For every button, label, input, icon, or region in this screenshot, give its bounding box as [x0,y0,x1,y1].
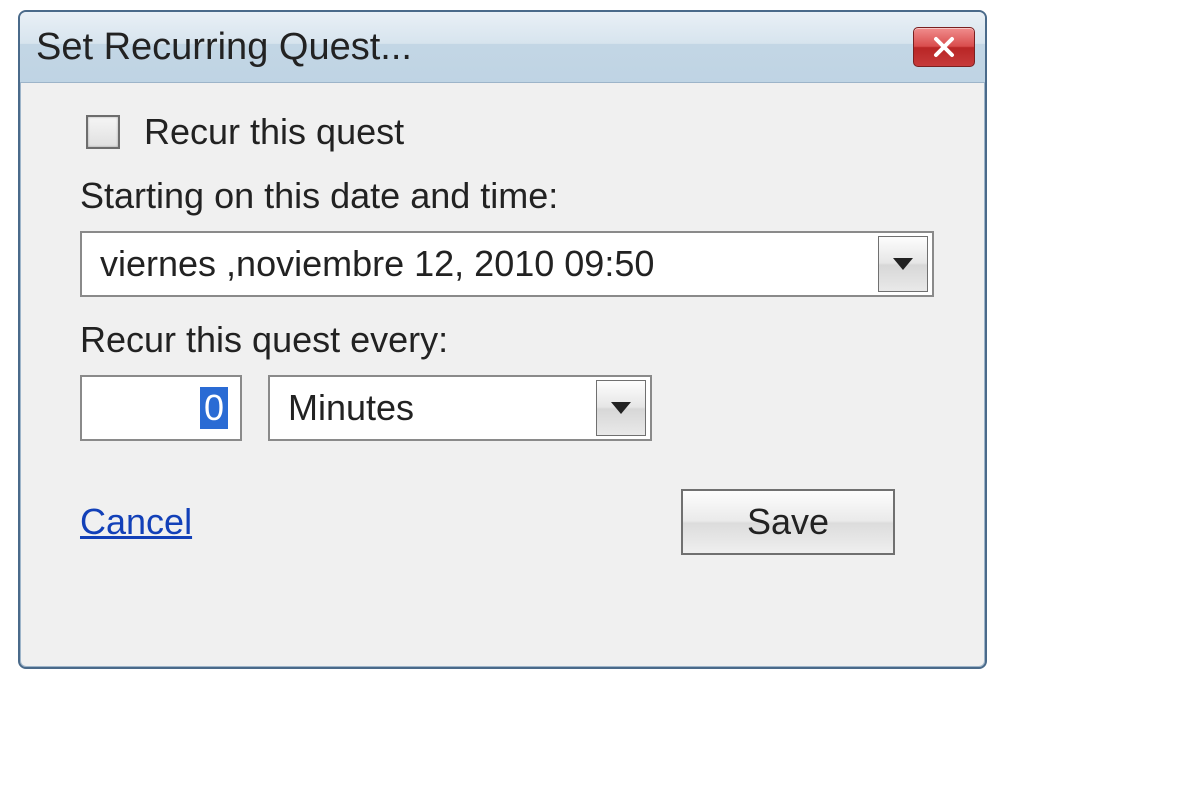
window-title: Set Recurring Quest... [36,26,412,69]
cancel-link[interactable]: Cancel [80,501,192,543]
unit-dropdown-button[interactable] [596,380,646,436]
interval-unit-select[interactable]: Minutes [268,375,652,441]
datetime-value: viernes ,noviembre 12, 2010 09:50 [82,243,654,285]
close-button[interactable] [913,27,975,67]
interval-value: 0 [200,387,228,429]
recur-checkbox-label: Recur this quest [144,111,404,153]
start-datetime-label: Starting on this date and time: [80,175,945,217]
recur-every-label: Recur this quest every: [80,319,945,361]
chevron-down-icon [893,258,913,270]
save-button[interactable]: Save [681,489,895,555]
chevron-down-icon [611,402,631,414]
recur-checkbox-row: Recur this quest [86,111,945,153]
dialog-footer: Cancel Save [80,489,945,555]
recurring-quest-dialog: Set Recurring Quest... Recur this quest … [18,10,987,669]
dialog-content: Recur this quest Starting on this date a… [20,83,985,555]
datetime-picker[interactable]: viernes ,noviembre 12, 2010 09:50 [80,231,934,297]
close-icon [933,36,955,58]
titlebar[interactable]: Set Recurring Quest... [20,12,985,83]
interval-row: 0 Minutes [80,375,945,441]
recur-checkbox[interactable] [86,115,120,149]
datetime-dropdown-button[interactable] [878,236,928,292]
interval-input[interactable]: 0 [80,375,242,441]
interval-unit-value: Minutes [270,387,414,429]
save-button-label: Save [747,501,829,543]
